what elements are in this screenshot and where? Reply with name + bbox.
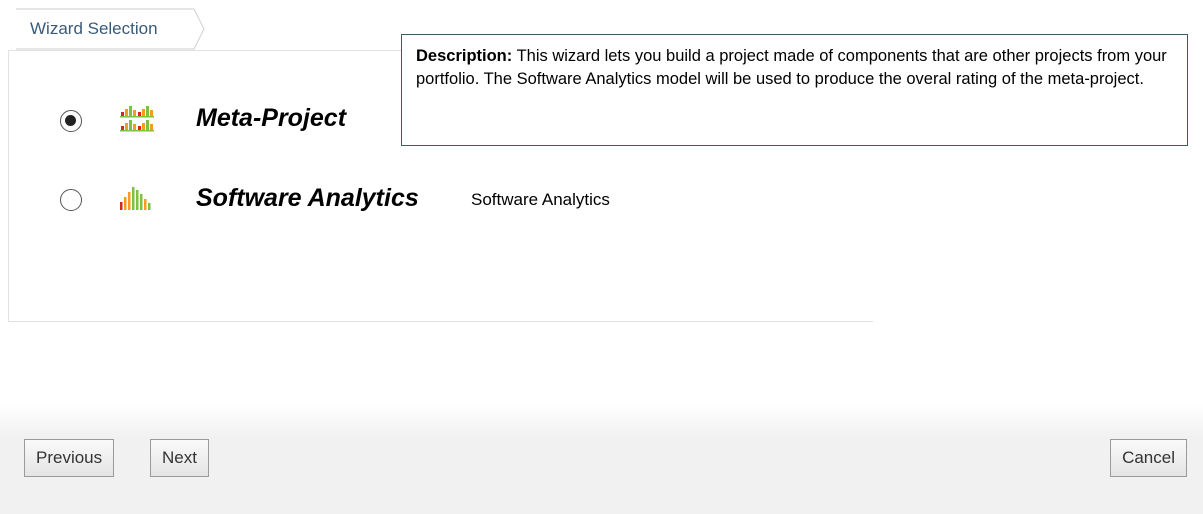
description-tooltip: Description: This wizard lets you build … xyxy=(401,34,1188,146)
software-analytics-radio[interactable] xyxy=(60,189,82,211)
cancel-button[interactable]: Cancel xyxy=(1110,439,1187,477)
next-button[interactable]: Next xyxy=(150,439,209,477)
panel-divider xyxy=(8,50,401,51)
description-label: Description: xyxy=(416,47,513,65)
meta-project-radio[interactable] xyxy=(60,110,82,132)
breadcrumb-label: Wizard Selection xyxy=(30,19,158,38)
previous-button[interactable]: Previous xyxy=(24,439,115,477)
software-analytics-inline-description: Software Analytics xyxy=(471,190,610,209)
software-analytics-icon xyxy=(120,187,151,210)
description-text: This wizard lets you build a project mad… xyxy=(416,47,1167,88)
meta-project-label[interactable]: Meta-Project xyxy=(196,104,346,133)
meta-project-icon xyxy=(120,106,154,132)
software-analytics-label[interactable]: Software Analytics xyxy=(196,184,419,213)
